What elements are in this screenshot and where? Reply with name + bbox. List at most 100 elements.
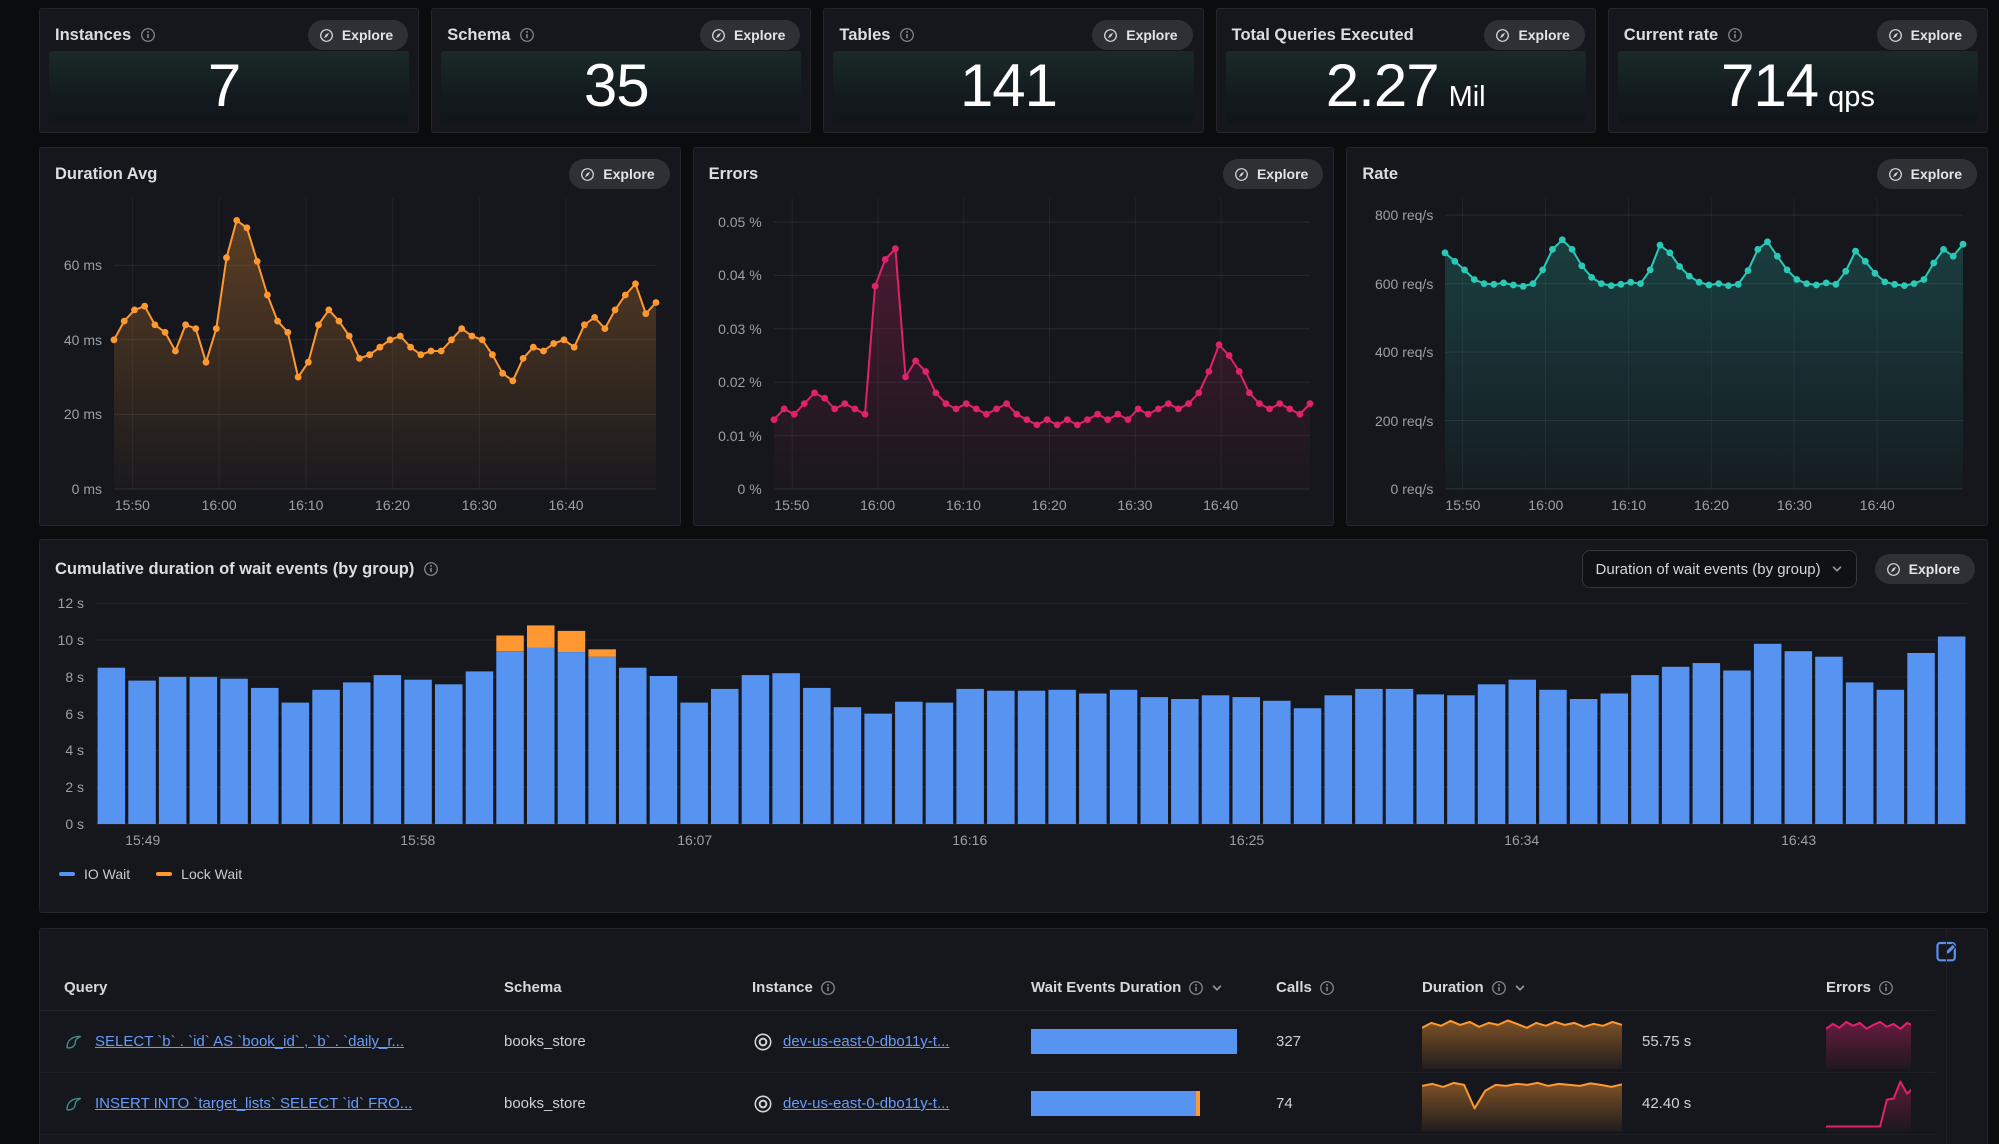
column-header-instance: Instance bbox=[752, 979, 1031, 996]
errors-sparkline[interactable] bbox=[1826, 1077, 1911, 1131]
table-row: SELECT `b` . `id` AS `book_id` , `b` . `… bbox=[40, 1011, 1935, 1073]
explore-button[interactable]: Explore bbox=[1877, 159, 1977, 189]
rate-chart[interactable]: 15:5016:0016:1016:2016:3016:400 req/s200… bbox=[1357, 192, 1973, 517]
wait-events-duration-cell bbox=[1031, 1091, 1276, 1116]
info-icon[interactable] bbox=[1491, 980, 1507, 996]
instance-link[interactable]: dev-us-east-0-dbo11y-t... bbox=[783, 1095, 949, 1112]
duration-value: 42.40 s bbox=[1642, 1095, 1691, 1112]
info-icon[interactable] bbox=[1878, 980, 1894, 996]
stat-value-area: 7 bbox=[49, 51, 409, 123]
panel-title: Rate bbox=[1362, 165, 1398, 184]
wait-events-duration-cell bbox=[1031, 1029, 1276, 1054]
duration-sparkline[interactable] bbox=[1422, 1015, 1622, 1069]
info-icon[interactable] bbox=[519, 27, 535, 43]
explore-button[interactable]: Explore bbox=[1223, 159, 1323, 189]
rate-panel: Rate Explore 15:5016:0016:1016:2016:3016… bbox=[1346, 147, 1988, 526]
info-icon[interactable] bbox=[423, 561, 439, 577]
column-header-duration[interactable]: Duration bbox=[1422, 979, 1826, 996]
info-icon[interactable] bbox=[140, 27, 156, 43]
panel-title: Errors bbox=[709, 165, 759, 184]
wait-events-chart[interactable]: 0 s2 s4 s6 s8 s10 s12 s15:4915:5816:0716… bbox=[50, 590, 1975, 852]
stat-value-area: 35 bbox=[441, 51, 801, 123]
chart-row: Duration Avg Explore 15:5016:0016:1016:2… bbox=[39, 147, 1988, 526]
mysql-dolphin-icon bbox=[64, 1032, 84, 1052]
compass-icon bbox=[1888, 28, 1903, 43]
panel-title: Current rate bbox=[1624, 26, 1718, 45]
instance-cell: dev-us-east-0-dbo11y-t... bbox=[752, 1031, 1031, 1053]
query-link[interactable]: INSERT INTO `target_lists` SELECT `id` F… bbox=[95, 1095, 412, 1112]
sort-chevron-icon[interactable] bbox=[1211, 982, 1223, 994]
legend-swatch bbox=[59, 872, 75, 876]
table-header-row: Query Schema Instance Wait Events Durati… bbox=[40, 965, 1935, 1011]
panel-title: Total Queries Executed bbox=[1232, 26, 1414, 45]
explore-button[interactable]: Explore bbox=[1484, 20, 1584, 50]
info-icon[interactable] bbox=[1727, 27, 1743, 43]
compass-icon bbox=[1888, 167, 1903, 182]
column-header-calls: Calls bbox=[1276, 979, 1422, 996]
compass-icon bbox=[1103, 28, 1118, 43]
stat-value-area: 141 bbox=[833, 51, 1193, 123]
explore-button[interactable]: Explore bbox=[1877, 20, 1977, 50]
stat-unit: qps bbox=[1828, 81, 1875, 114]
duration-cell: 42.40 s bbox=[1422, 1077, 1826, 1131]
errors-panel: Errors Explore 15:5016:0016:1016:2016:30… bbox=[693, 147, 1335, 526]
table-scroll-divider bbox=[1946, 929, 1947, 1144]
wait-duration-bar bbox=[1031, 1091, 1237, 1116]
chevron-down-icon bbox=[1831, 563, 1843, 575]
explore-button[interactable]: Explore bbox=[1875, 554, 1975, 584]
errors-cell bbox=[1826, 1077, 1911, 1131]
legend-item-io-wait[interactable]: IO Wait bbox=[59, 866, 130, 882]
query-link[interactable]: SELECT `b` . `id` AS `book_id` , `b` . `… bbox=[95, 1033, 404, 1050]
info-icon[interactable] bbox=[899, 27, 915, 43]
stat-panel-tables: Tables Explore 141 bbox=[823, 8, 1203, 133]
column-header-wait-events-duration[interactable]: Wait Events Duration bbox=[1031, 979, 1276, 996]
compass-icon bbox=[1495, 28, 1510, 43]
query-table-panel: Query Schema Instance Wait Events Durati… bbox=[39, 928, 1988, 1144]
mysql-dolphin-icon bbox=[64, 1094, 84, 1114]
legend-swatch bbox=[156, 872, 172, 876]
stat-row: Instances Explore 7 Schema Explore 35 bbox=[39, 8, 1988, 133]
column-header-errors: Errors bbox=[1826, 979, 1911, 996]
instance-link[interactable]: dev-us-east-0-dbo11y-t... bbox=[783, 1033, 949, 1050]
edit-icon[interactable] bbox=[1934, 938, 1960, 964]
wait-events-panel: Cumulative duration of wait events (by g… bbox=[39, 539, 1988, 913]
duration-cell: 55.75 s bbox=[1422, 1015, 1826, 1069]
explore-button[interactable]: Explore bbox=[308, 20, 408, 50]
explore-button[interactable]: Explore bbox=[700, 20, 800, 50]
stat-unit: Mil bbox=[1449, 81, 1486, 114]
dashboard: Instances Explore 7 Schema Explore 35 bbox=[39, 8, 1988, 1144]
stat-value: 35 bbox=[584, 51, 649, 121]
column-header-schema: Schema bbox=[504, 979, 752, 996]
stat-value: 2.27 bbox=[1326, 51, 1439, 121]
instance-target-icon bbox=[752, 1093, 774, 1115]
schema-cell: books_store bbox=[504, 1033, 752, 1050]
panel-title: Tables bbox=[839, 26, 890, 45]
info-icon[interactable] bbox=[1319, 980, 1335, 996]
compass-icon bbox=[1886, 562, 1901, 577]
explore-button[interactable]: Explore bbox=[1092, 20, 1192, 50]
duration-sparkline[interactable] bbox=[1422, 1077, 1622, 1131]
stat-value: 7 bbox=[208, 51, 240, 121]
sort-chevron-icon[interactable] bbox=[1514, 982, 1526, 994]
compass-icon bbox=[1234, 167, 1249, 182]
stat-panel-instances: Instances Explore 7 bbox=[39, 8, 419, 133]
wait-events-dropdown[interactable]: Duration of wait events (by group) bbox=[1582, 550, 1857, 588]
duration-avg-chart[interactable]: 15:5016:0016:1016:2016:3016:400 ms20 ms4… bbox=[50, 192, 666, 517]
panel-title: Cumulative duration of wait events (by g… bbox=[55, 560, 414, 579]
calls-cell: 327 bbox=[1276, 1033, 1422, 1050]
stat-value-area: 714 qps bbox=[1618, 51, 1978, 123]
stat-panel-schema: Schema Explore 35 bbox=[431, 8, 811, 133]
legend-item-lock-wait[interactable]: Lock Wait bbox=[156, 866, 242, 882]
instance-cell: dev-us-east-0-dbo11y-t... bbox=[752, 1093, 1031, 1115]
stat-value: 714 bbox=[1721, 51, 1818, 121]
info-icon[interactable] bbox=[820, 980, 836, 996]
compass-icon bbox=[319, 28, 334, 43]
errors-cell bbox=[1826, 1015, 1911, 1069]
errors-sparkline[interactable] bbox=[1826, 1015, 1911, 1069]
explore-button[interactable]: Explore bbox=[569, 159, 669, 189]
errors-chart[interactable]: 15:5016:0016:1016:2016:3016:400 %0.01 %0… bbox=[704, 192, 1320, 517]
column-header-query: Query bbox=[64, 979, 504, 996]
info-icon[interactable] bbox=[1188, 980, 1204, 996]
schema-cell: books_store bbox=[504, 1095, 752, 1112]
compass-icon bbox=[580, 167, 595, 182]
